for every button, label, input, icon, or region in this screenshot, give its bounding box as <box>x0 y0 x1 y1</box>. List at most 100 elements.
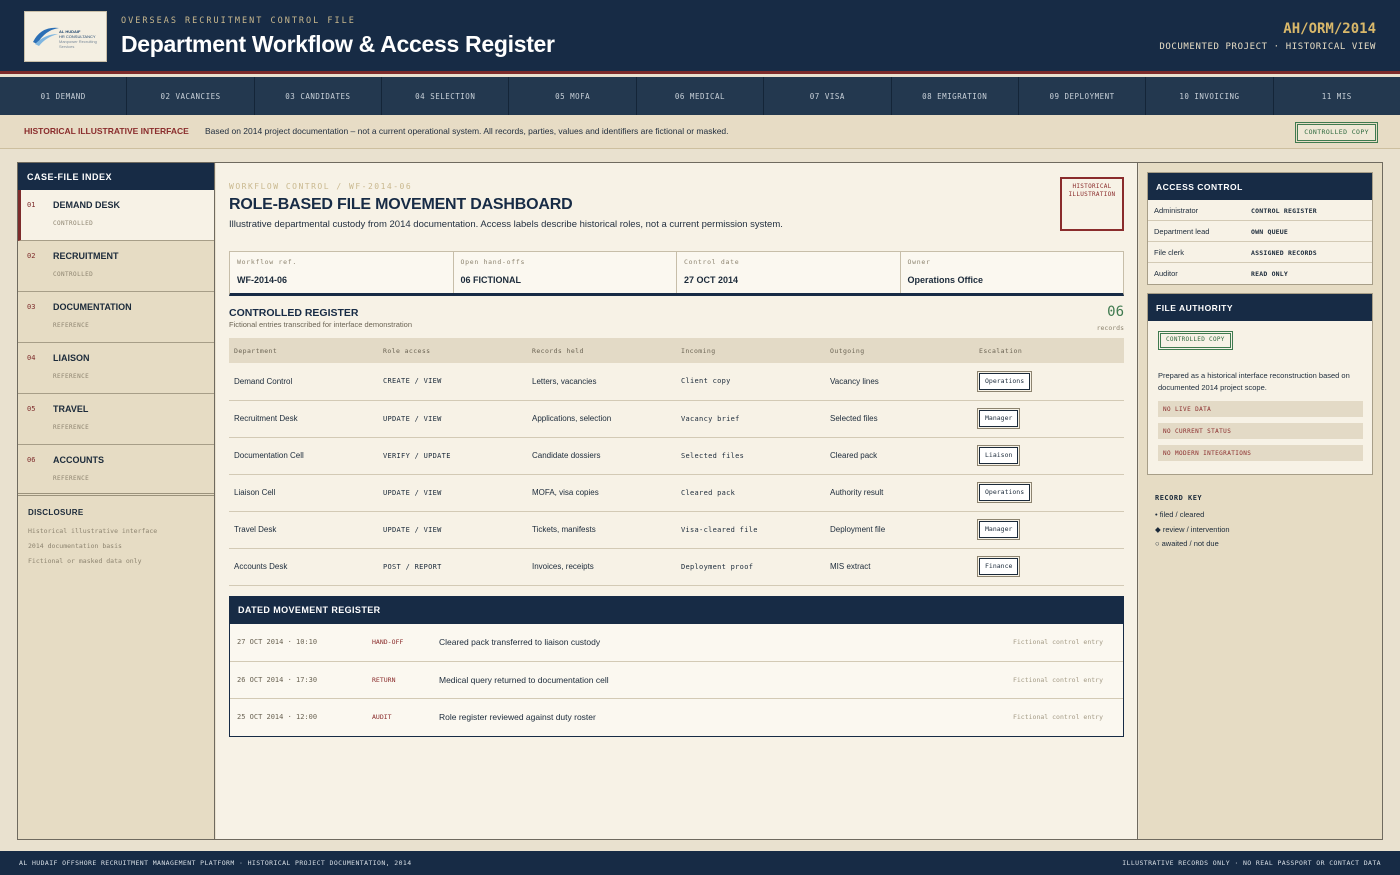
movement-row[interactable]: 25 OCT 2014 · 12:00 AUDIT Role register … <box>230 699 1123 737</box>
movement-row[interactable]: 27 OCT 2014 · 10:10 HAND-OFF Cleared pac… <box>230 624 1123 662</box>
cell-department: Documentation Cell <box>229 437 378 475</box>
stage-tab-invoicing[interactable]: 10 INVOICING <box>1146 77 1274 115</box>
header-kicker: OVERSEAS RECRUITMENT CONTROL FILE <box>121 16 356 26</box>
index-title: CASE-FILE INDEX <box>18 163 214 190</box>
flag-no-modern-integrations: NO MODERN INTEGRATIONS <box>1158 445 1363 461</box>
cell-outgoing: Cleared pack <box>825 437 974 475</box>
movement-kind: AUDIT <box>372 713 392 721</box>
dashboard-main: WORKFLOW CONTROL / WF-2014-06 ROLE-BASED… <box>216 163 1138 839</box>
flag-no-live-data: NO LIVE DATA <box>1158 401 1363 417</box>
case-number: 03 <box>27 303 36 311</box>
escalation-button[interactable]: Liaison <box>976 445 1021 466</box>
table-row[interactable]: Documentation Cell VERIFY / UPDATE Candi… <box>229 437 1124 475</box>
workflow-kicker: WORKFLOW CONTROL / WF-2014-06 <box>229 182 413 191</box>
controlled-copy-badge: CONTROLLED COPY <box>1158 331 1233 350</box>
cell-incoming: Selected files <box>676 437 825 475</box>
table-row[interactable]: Demand Control CREATE / VIEW Letters, va… <box>229 363 1124 401</box>
movement-title: DATED MOVEMENT REGISTER <box>230 597 1123 624</box>
movement-description: Medical query returned to documentation … <box>439 674 609 685</box>
movement-note: Fictional control entry <box>1012 675 1103 684</box>
stage-tab-medical[interactable]: 06 MEDICAL <box>637 77 765 115</box>
case-item-documentation[interactable]: 03 DOCUMENTATION REFERENCE <box>18 292 214 343</box>
case-item-demand-desk[interactable]: 01 DEMAND DESK CONTROLLED <box>18 190 214 241</box>
cell-records: Letters, vacancies <box>527 363 676 401</box>
file-authority-text: Prepared as a historical interface recon… <box>1158 371 1350 392</box>
stage-tab-demand[interactable]: 01 DEMAND <box>0 77 128 115</box>
case-item-recruitment[interactable]: 02 RECRUITMENT CONTROLLED <box>18 241 214 292</box>
stage-tab-selection[interactable]: 04 SELECTION <box>382 77 510 115</box>
table-row[interactable]: Liaison Cell UPDATE / VIEW MOFA, visa co… <box>229 474 1124 512</box>
cell-outgoing: Deployment file <box>825 511 974 549</box>
case-status: REFERENCE <box>53 475 90 482</box>
case-status: REFERENCE <box>53 424 90 431</box>
case-item-travel[interactable]: 05 TRAVEL REFERENCE <box>18 394 214 445</box>
escalation-button[interactable]: Operations <box>976 482 1033 503</box>
escalation-button[interactable]: Manager <box>976 519 1021 540</box>
cell-outgoing: Vacancy lines <box>825 363 974 401</box>
case-status: CONTROLLED <box>53 220 94 227</box>
right-sidebar: ACCESS CONTROL Administrator CONTROL REG… <box>1139 163 1382 839</box>
record-key-review: ◆ review / intervention <box>1155 524 1230 534</box>
access-control-title: ACCESS CONTROL <box>1148 173 1372 200</box>
company-logo[interactable]: AL HUDAIF HR CONSULTANCY Manpower Recrui… <box>24 11 107 62</box>
case-status: REFERENCE <box>53 322 90 329</box>
case-item-liaison[interactable]: 04 LIAISON REFERENCE <box>18 343 214 394</box>
file-authority-title: FILE AUTHORITY <box>1148 294 1372 321</box>
stage-tab-vacancies[interactable]: 02 VACANCIES <box>127 77 255 115</box>
stage-tab-mofa[interactable]: 05 MOFA <box>509 77 637 115</box>
escalation-button[interactable]: Finance <box>976 556 1021 577</box>
col-role-access: Role access <box>378 338 527 363</box>
case-file-index: CASE-FILE INDEX 01 DEMAND DESK CONTROLLE… <box>18 163 215 839</box>
movement-row[interactable]: 26 OCT 2014 · 17:30 RETURN Medical query… <box>230 662 1123 699</box>
page-title: Department Workflow & Access Register <box>121 31 555 57</box>
table-row[interactable]: Recruitment Desk UPDATE / VIEW Applicati… <box>229 400 1124 438</box>
meta-workflow-ref: Workflow ref. WF-2014-06 <box>230 252 454 293</box>
disclosure-line: 2014 documentation basis <box>28 542 122 550</box>
case-number: 04 <box>27 354 36 362</box>
stage-tab-visa[interactable]: 07 VISA <box>764 77 892 115</box>
disclosure-line: Fictional or masked data only <box>28 557 142 565</box>
app-footer: AL HUDAIF OFFSHORE RECRUITMENT MANAGEMEN… <box>0 851 1400 875</box>
cell-access: CREATE / VIEW <box>378 363 527 401</box>
access-role: Administrator <box>1154 206 1199 215</box>
record-key-filed: • filed / cleared <box>1155 510 1205 519</box>
access-control-panel: ACCESS CONTROL Administrator CONTROL REG… <box>1147 172 1373 285</box>
cell-records: Candidate dossiers <box>527 437 676 475</box>
logo-text: AL HUDAIF HR CONSULTANCY Manpower Recrui… <box>59 29 97 49</box>
cell-escalation: Manager <box>974 400 1124 438</box>
case-item-accounts[interactable]: 06 ACCOUNTS REFERENCE <box>18 445 214 496</box>
escalation-button[interactable]: Operations <box>976 370 1033 392</box>
dashboard-description: Illustrative departmental custody from 2… <box>229 219 783 230</box>
cell-escalation: Manager <box>974 511 1124 549</box>
stage-tab-candidates[interactable]: 03 CANDIDATES <box>255 77 383 115</box>
case-name: LIAISON <box>53 353 90 363</box>
flag-no-current-status: NO CURRENT STATUS <box>1158 423 1363 439</box>
document-code: AH/ORM/2014 <box>1283 21 1376 37</box>
movement-time: 27 OCT 2014 · 10:10 <box>237 638 318 646</box>
cell-department: Travel Desk <box>229 511 378 549</box>
table-row[interactable]: Accounts Desk POST / REPORT Invoices, re… <box>229 548 1124 586</box>
cell-records: Applications, selection <box>527 400 676 438</box>
col-outgoing: Outgoing <box>825 338 974 363</box>
stage-tab-deployment[interactable]: 09 DEPLOYMENT <box>1019 77 1147 115</box>
notice-label: HISTORICAL ILLUSTRATIVE INTERFACE <box>24 126 189 136</box>
disclosure-line: Historical illustrative interface <box>28 527 158 535</box>
case-name: DOCUMENTATION <box>53 302 132 312</box>
case-status: CONTROLLED <box>53 271 94 278</box>
movement-kind: HAND-OFF <box>372 638 404 646</box>
cell-incoming: Client copy <box>676 363 825 401</box>
stage-tab-emigration[interactable]: 08 EMIGRATION <box>892 77 1019 115</box>
escalation-button[interactable]: Manager <box>976 408 1021 429</box>
table-row[interactable]: Travel Desk UPDATE / VIEW Tickets, manif… <box>229 511 1124 549</box>
logo-swoosh-icon <box>33 27 59 46</box>
movement-kind: RETURN <box>372 675 396 684</box>
stage-tab-mis[interactable]: 11 MIS <box>1274 77 1400 115</box>
disclosure-block: DISCLOSURE Historical illustrative inter… <box>18 493 214 581</box>
cell-escalation: Finance <box>974 548 1124 586</box>
case-name: ACCOUNTS <box>53 455 104 465</box>
meta-control-date: Control date 27 OCT 2014 <box>677 252 901 293</box>
access-row: File clerk ASSIGNED RECORDS <box>1148 242 1372 263</box>
access-row: Auditor READ ONLY <box>1148 263 1372 284</box>
controlled-copy-badge: CONTROLLED COPY <box>1295 122 1378 143</box>
cell-department: Recruitment Desk <box>229 400 378 438</box>
